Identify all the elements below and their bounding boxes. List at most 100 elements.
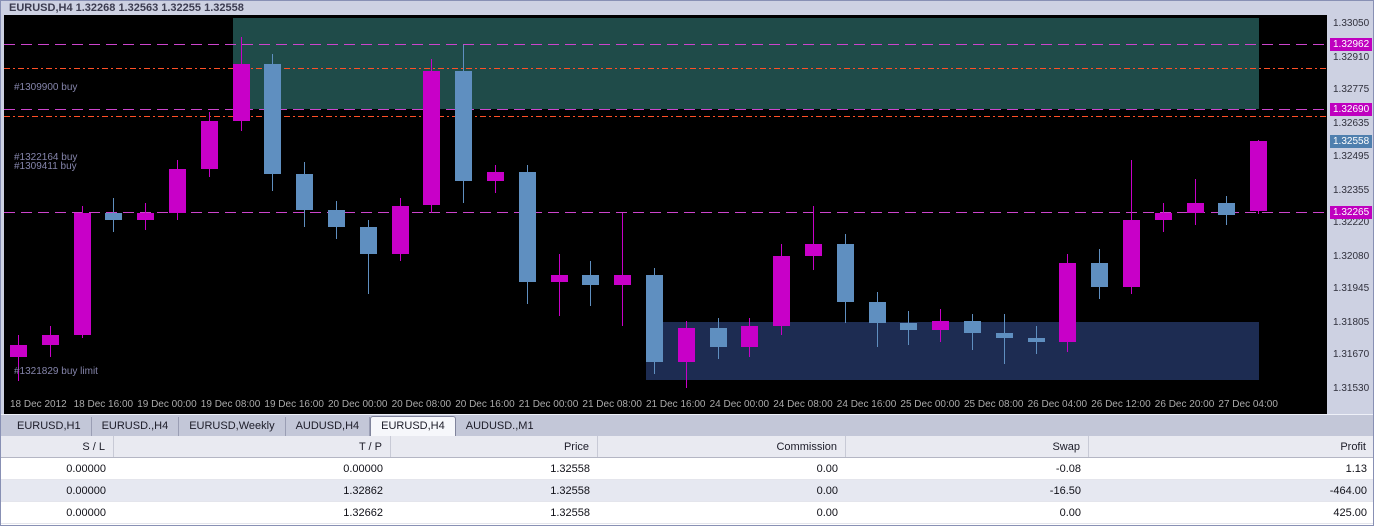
candle xyxy=(614,275,632,285)
price-tick-label: 1.31670 xyxy=(1333,349,1370,361)
candle xyxy=(805,243,822,256)
column-header: S / L xyxy=(1,436,114,457)
time-axis-label: 26 Dec 12:00 xyxy=(1091,399,1151,410)
candle xyxy=(41,335,59,345)
time-axis-label: 25 Dec 08:00 xyxy=(964,399,1024,410)
order-annotation: #1309411 buy xyxy=(14,160,77,172)
order-row[interactable]: 0.00000 1.32662 1.32558 0.00 0.00 425.00 xyxy=(1,502,1373,524)
mt4-window: EURUSD,H4 1.32268 1.32563 1.32255 1.3255… xyxy=(0,0,1374,526)
candle xyxy=(296,174,314,211)
table-cell: -464.00 xyxy=(1329,484,1367,497)
orders-table-header: S / LT / P Price Commission Swap Profit xyxy=(1,436,1373,458)
table-cell: 0.00000 xyxy=(66,462,106,475)
time-axis-label: 25 Dec 00:00 xyxy=(900,399,960,410)
price-tick-label: 1.31945 xyxy=(1333,283,1370,295)
price-tick-label: 1.32355 xyxy=(1333,184,1370,196)
candle xyxy=(169,169,186,213)
candle xyxy=(423,71,441,206)
time-axis-label: 21 Dec 16:00 xyxy=(646,399,706,410)
candle xyxy=(328,210,345,228)
table-cell: 1.13 xyxy=(1345,462,1367,475)
table-cell: -16.50 xyxy=(1049,484,1081,497)
table-cell: 1.32662 xyxy=(343,506,383,519)
chart-tab-eurusd-h1[interactable]: EURUSD,H1 xyxy=(7,417,92,436)
table-cell: 425.00 xyxy=(1333,506,1367,519)
candle xyxy=(773,255,791,326)
price-line xyxy=(4,211,1327,213)
chart-tab-eurusd-h4[interactable]: EURUSD,H4 xyxy=(370,416,456,437)
time-axis-label: 26 Dec 04:00 xyxy=(1027,399,1088,410)
price-axis[interactable]: 1.33050 1.32910 1.32775 1.32635 1.32495 1.323… xyxy=(1328,1,1373,414)
candle xyxy=(868,301,886,324)
candle xyxy=(900,323,918,331)
candle xyxy=(1091,263,1109,288)
column-header: Price xyxy=(391,436,598,457)
candle xyxy=(646,275,663,362)
order-row[interactable]: 0.00000 1.32862 1.32558 0.00 -16.50 -464.00 xyxy=(1,480,1373,502)
chart-tab-eurusd-h4[interactable]: EURUSD.,H4 xyxy=(92,417,180,436)
table-cell: 0.00 xyxy=(816,506,838,519)
candle xyxy=(73,212,91,336)
candle xyxy=(836,243,854,302)
chart-tab-audusd-m1[interactable]: AUDUSD.,M1 xyxy=(456,417,544,436)
price-tick-label: 1.33050 xyxy=(1333,18,1370,29)
time-axis-label: 20 Dec 16:00 xyxy=(455,399,515,410)
chart-tab-audusd-h4[interactable]: AUDUSD,H4 xyxy=(286,417,371,436)
table-cell: 0.00000 xyxy=(66,506,106,519)
time-axis-label: 18 Dec 16:00 xyxy=(73,399,134,410)
candle xyxy=(1123,219,1140,288)
chart-area[interactable]: #1309900 buy #1322164 buy #1309411 buy #132… xyxy=(4,15,1327,414)
time-axis-label: 24 Dec 00:00 xyxy=(709,399,770,410)
time-axis-label: 18 Dec 2012 xyxy=(10,399,67,410)
orders-panel: S / LT / P Price Commission Swap Profit 0.00… xyxy=(1,436,1373,525)
chart-tab-bar: EURUSD,H1 EURUSD.,H4 EURUSD,Weekly AUDUSD,H… xyxy=(1,414,1373,437)
candle xyxy=(995,332,1013,338)
candle-wick xyxy=(622,212,624,326)
time-axis-label: 26 Dec 20:00 xyxy=(1154,399,1215,410)
candle xyxy=(741,325,759,348)
chart-ohlc-info: EURUSD,H4 1.32268 1.32563 1.32255 1.3255… xyxy=(9,2,244,14)
candle xyxy=(582,275,600,285)
order-annotation: #1321829 buy limit xyxy=(14,366,98,378)
chart-tab-eurusd-weekly[interactable]: EURUSD,Weekly xyxy=(179,417,286,436)
price-tag: 1.32558 xyxy=(1330,135,1373,149)
price-tick-label: 1.32635 xyxy=(1333,117,1370,129)
price-tag: 1.32962 xyxy=(1330,38,1373,52)
table-cell: -0.08 xyxy=(1055,462,1081,475)
candle xyxy=(518,171,536,283)
column-header: Commission xyxy=(598,436,846,457)
candle xyxy=(1059,263,1077,343)
price-tick-label: 1.32910 xyxy=(1333,51,1370,63)
table-cell: 0.00 xyxy=(816,462,838,475)
supply-zone xyxy=(232,18,1259,110)
candle xyxy=(232,63,250,122)
price-tick-label: 1.31530 xyxy=(1333,383,1370,394)
price-tag: 1.32265 xyxy=(1330,205,1373,219)
column-header: T / P xyxy=(114,436,391,457)
candle xyxy=(1218,203,1236,216)
table-cell: 0.00 xyxy=(816,484,838,497)
candle xyxy=(709,327,727,348)
table-cell: 0.00000 xyxy=(66,484,106,497)
candle xyxy=(932,320,950,331)
column-header: Swap xyxy=(846,436,1089,457)
candle-wick xyxy=(558,253,560,316)
orders-table-body: 0.00000 0.00000 1.32558 0.00 -0.08 1.13 0.0000… xyxy=(1,458,1373,524)
candle xyxy=(200,121,218,170)
candle-wick xyxy=(813,205,814,271)
price-line xyxy=(4,68,1327,70)
candle xyxy=(137,212,155,220)
candle xyxy=(105,212,123,220)
candle-wick xyxy=(1194,179,1196,225)
candle xyxy=(1027,337,1045,343)
order-annotation: #1309900 buy xyxy=(14,81,78,93)
candle xyxy=(10,344,27,357)
price-line xyxy=(4,109,1327,111)
candle xyxy=(1250,141,1268,211)
time-axis-label: 21 Dec 00:00 xyxy=(518,399,579,410)
candle-wick xyxy=(1003,313,1005,364)
price-line xyxy=(4,116,1327,118)
time-axis-label: 19 Dec 08:00 xyxy=(200,399,261,410)
table-cell: 1.32558 xyxy=(550,506,590,519)
order-row[interactable]: 0.00000 0.00000 1.32558 0.00 -0.08 1.13 xyxy=(1,458,1373,480)
